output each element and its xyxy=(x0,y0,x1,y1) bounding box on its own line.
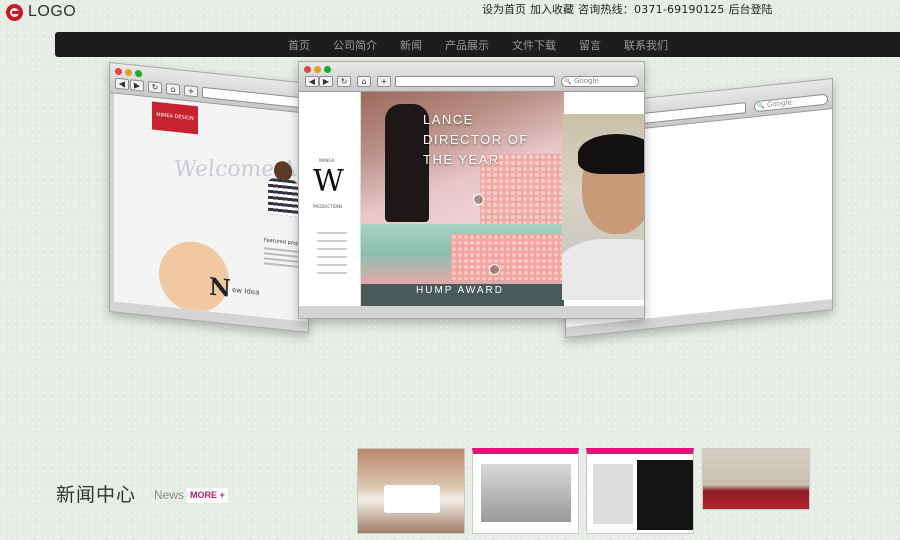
forward-arrow-icon: ▶ xyxy=(319,76,333,87)
secondary-image xyxy=(361,224,566,284)
close-dot-icon xyxy=(115,67,122,76)
nav-item-about[interactable]: 公司简介 xyxy=(333,37,377,53)
back-arrow-icon: ◀ xyxy=(115,77,129,91)
google-search-field: Google xyxy=(754,93,828,113)
headline-line-3: THE YEAR xyxy=(423,152,500,167)
nav-item-downloads[interactable]: 文件下载 xyxy=(512,37,556,53)
headline-line-1: LANCE xyxy=(423,112,474,127)
center-site-preview: WANGA W PRODUCTIONS LANCE DIRECTOR OF TH… xyxy=(299,92,644,306)
minimize-dot-icon xyxy=(314,66,321,73)
nav-item-news[interactable]: 新闻 xyxy=(400,37,422,53)
headline-line-2: DIRECTOR OF xyxy=(423,132,529,147)
minimize-dot-icon xyxy=(125,68,132,77)
zoom-dot-icon xyxy=(324,66,331,73)
admin-login-link[interactable]: 后台登陆 xyxy=(729,1,773,17)
reload-icon: ↻ xyxy=(337,76,351,87)
showcase-browser-left[interactable]: ◀ ▶ ↻ ⌂ + MIMEA DESIGN Welcome At N ew I… xyxy=(109,62,309,334)
add-tab-icon: + xyxy=(184,84,198,98)
home-icon: ⌂ xyxy=(166,82,180,96)
zoom-dot-icon xyxy=(135,69,142,78)
address-bar xyxy=(395,76,555,87)
bottom-banner: HUMP AWARD xyxy=(361,284,564,306)
news-thumbnail-3[interactable] xyxy=(586,448,694,534)
hotline-text: 咨询热线：0371-69190125 xyxy=(578,3,725,16)
news-section-subtitle: News xyxy=(154,488,185,502)
google-search-field: Google xyxy=(561,76,639,87)
window-controls xyxy=(304,66,331,73)
logo-text: LOGO xyxy=(28,3,77,20)
thumb-room xyxy=(481,464,571,522)
thumb-bed xyxy=(384,485,440,513)
news-thumbnail-4[interactable] xyxy=(702,448,810,510)
home-icon: ⌂ xyxy=(357,76,371,87)
news-section-title: 新闻中心 xyxy=(56,484,137,506)
logo-mark-icon xyxy=(6,3,23,21)
nav-item-home[interactable]: 首页 xyxy=(288,37,310,53)
site-badge: MIMEA DESIGN xyxy=(152,101,198,135)
showcase-browser-center[interactable]: ◀ ▶ ↻ ⌂ + Google WANGA W PRODUCTIONS LAN… xyxy=(298,61,645,319)
forward-arrow-icon: ▶ xyxy=(130,79,144,92)
play-icon xyxy=(473,194,484,205)
banner-text: HUMP AWARD xyxy=(416,285,504,296)
brand-top-text: WANGA xyxy=(319,158,335,163)
idea-letter: N xyxy=(209,271,231,303)
top-links: 设为首页 加入收藏 咨询热线：0371-69190125 后台登陆 xyxy=(482,1,773,17)
nav-item-products[interactable]: 产品展示 xyxy=(445,37,489,53)
brand-bottom-text: PRODUCTIONS xyxy=(313,204,343,209)
person-photo xyxy=(562,114,644,300)
add-favorite-link[interactable]: 加入收藏 xyxy=(530,1,574,17)
sidebar-menu-lines xyxy=(317,232,347,280)
news-thumbnail-1[interactable] xyxy=(357,448,465,534)
logo[interactable]: LOGO xyxy=(6,3,76,21)
brand-letter: W xyxy=(313,164,344,199)
nav-item-messages[interactable]: 留言 xyxy=(579,37,601,53)
pink-bed-2 xyxy=(451,234,566,280)
left-site-preview: MIMEA DESIGN Welcome At N ew Idea Featur… xyxy=(114,93,308,322)
news-more-button[interactable]: MORE + xyxy=(187,488,228,503)
idea-text: ew Idea xyxy=(232,285,260,297)
figure-body xyxy=(268,177,298,217)
play-icon xyxy=(489,264,500,275)
nav-item-contact[interactable]: 联系我们 xyxy=(624,37,668,53)
add-tab-icon: + xyxy=(377,76,391,87)
photo-hair xyxy=(578,134,644,174)
site-sidebar: WANGA W PRODUCTIONS xyxy=(299,92,361,306)
hero-image: LANCE DIRECTOR OF THE YEAR xyxy=(361,92,570,224)
close-dot-icon xyxy=(304,66,311,73)
main-nav: 首页 公司简介 新闻 产品展示 文件下载 留言 联系我们 xyxy=(55,32,900,57)
thumb-shelf xyxy=(593,464,633,524)
back-arrow-icon: ◀ xyxy=(305,76,319,87)
window-controls xyxy=(115,67,142,78)
set-home-link[interactable]: 设为首页 xyxy=(482,1,526,17)
thumb-dark-panel xyxy=(637,460,693,530)
photo-shirt xyxy=(562,239,644,300)
news-thumbnail-2[interactable] xyxy=(472,448,579,534)
hero-headline: LANCE DIRECTOR OF THE YEAR xyxy=(423,110,529,170)
browser-toolbar: ◀ ▶ ↻ ⌂ + Google xyxy=(299,62,644,92)
reload-icon: ↻ xyxy=(148,81,162,94)
